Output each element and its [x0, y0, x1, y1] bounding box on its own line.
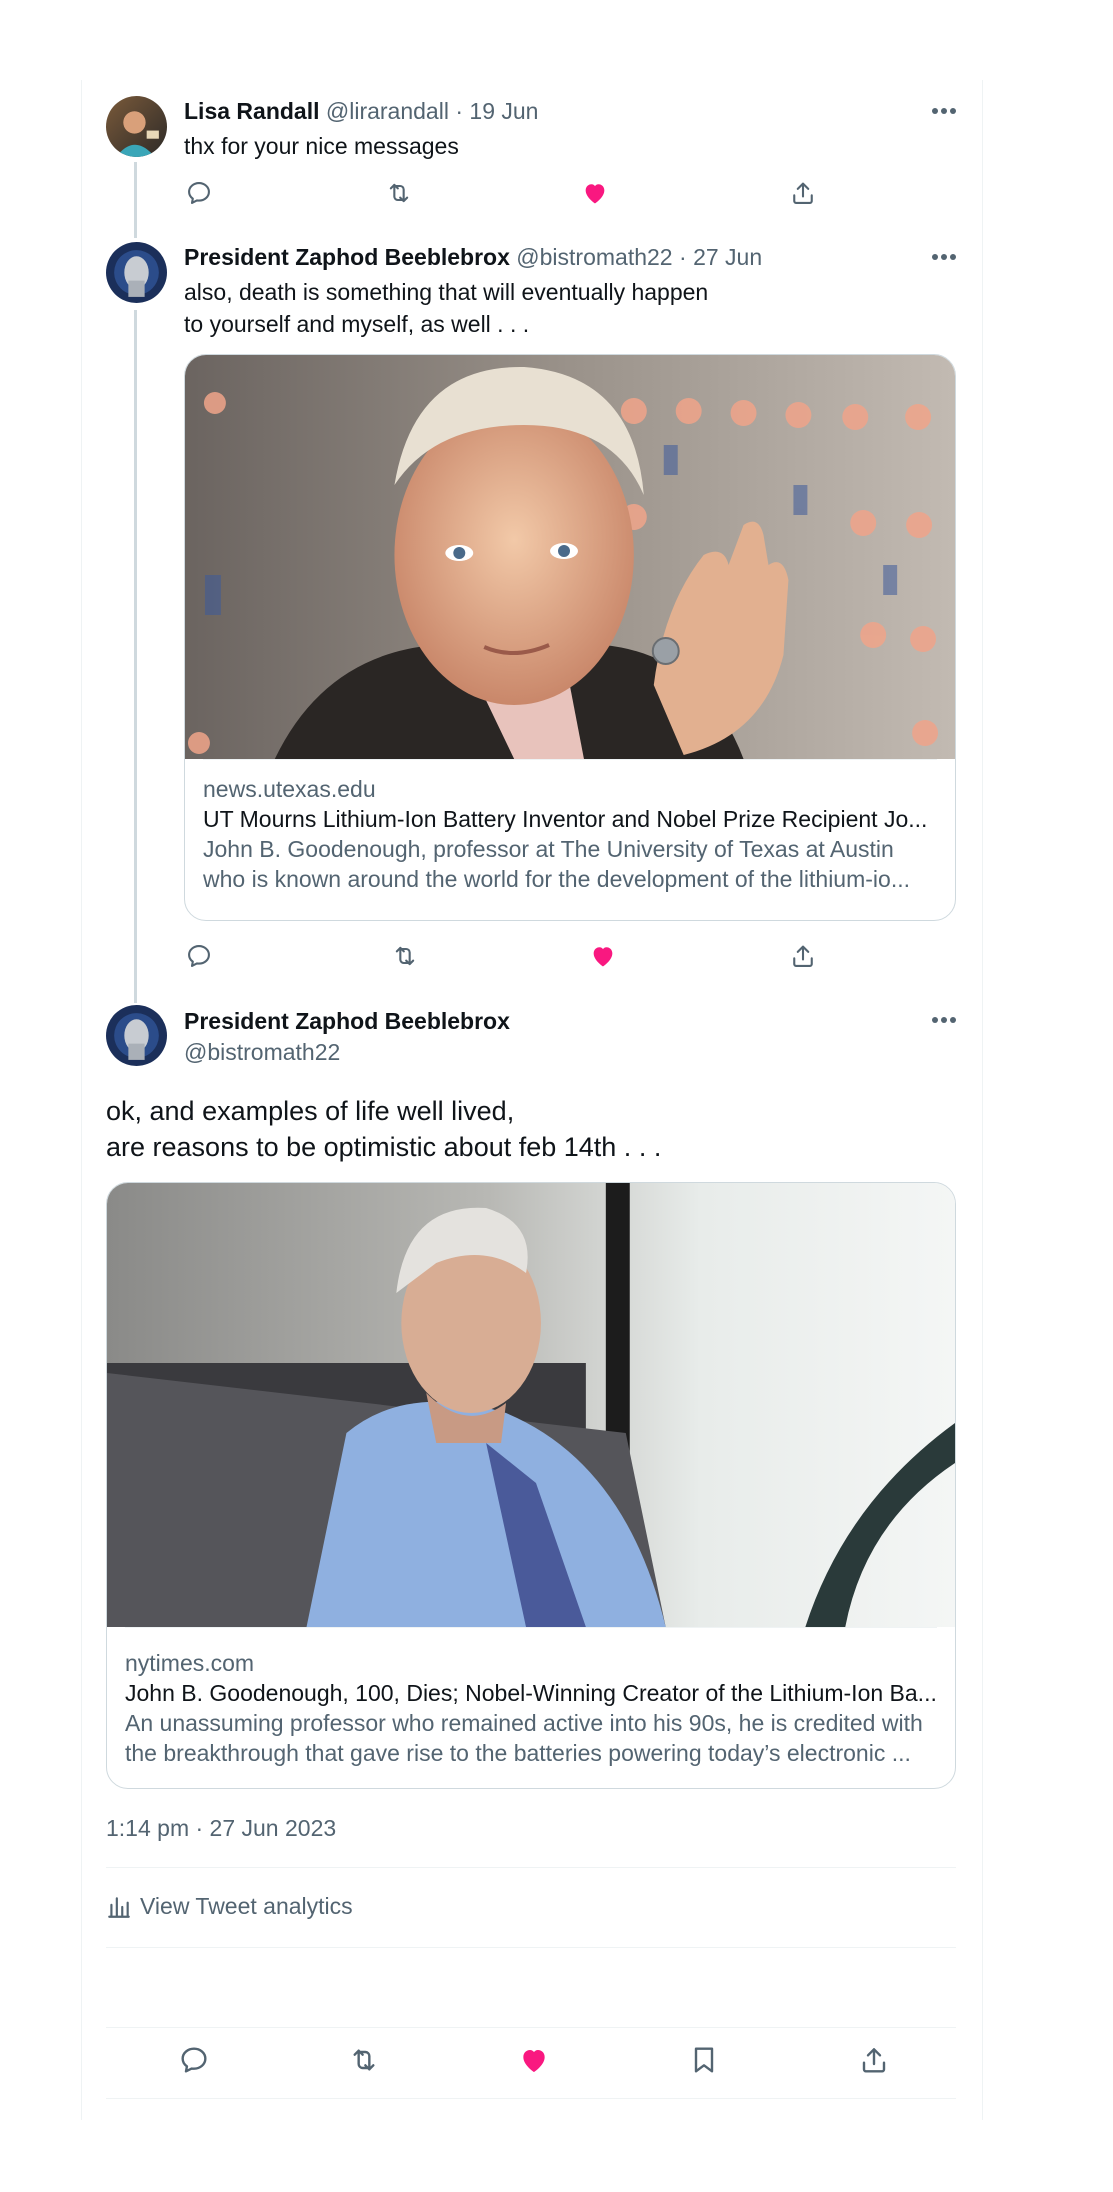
- link-card-domain: news.utexas.edu: [203, 776, 376, 802]
- retweet-icon: [389, 183, 409, 203]
- link-card-description: the breakthrough that gave rise to the b…: [125, 1740, 911, 1766]
- thread-line: [134, 162, 137, 238]
- link-card[interactable]: nytimes.com John B. Goodenough, 100, Die…: [106, 1182, 956, 1789]
- more-icon[interactable]: [926, 101, 962, 121]
- link-card-body: nytimes.com John B. Goodenough, 100, Die…: [125, 1627, 937, 1768]
- display-name[interactable]: President Zaphod Beeblebrox: [184, 244, 510, 270]
- more-icon[interactable]: [926, 1010, 962, 1030]
- link-card-domain: nytimes.com: [125, 1650, 255, 1676]
- avatar[interactable]: [106, 96, 167, 157]
- link-card[interactable]: news.utexas.edu UT Mourns Lithium-Ion Ba…: [184, 354, 956, 921]
- avatar[interactable]: [106, 1005, 167, 1066]
- separator: ·: [679, 244, 694, 270]
- reply-icon: [188, 182, 210, 204]
- share-button[interactable]: [854, 2040, 894, 2080]
- link-card-description: John B. Goodenough, professor at The Uni…: [203, 836, 894, 862]
- retweet-button[interactable]: [344, 2040, 384, 2080]
- tweet-timestamp[interactable]: 1:14 pm · 27 Jun 2023: [106, 1815, 336, 1842]
- like-icon: [585, 184, 605, 204]
- link-card-image: [107, 1183, 955, 1627]
- like-icon: [523, 2050, 545, 2072]
- reply-button[interactable]: [174, 2040, 214, 2080]
- main-tweet-actions: [106, 2040, 956, 2096]
- share-button[interactable]: [786, 176, 820, 210]
- tweet-text-line: to yourself and myself, as well . . .: [184, 311, 530, 337]
- link-card-image: [185, 355, 955, 759]
- divider: [106, 1947, 956, 1948]
- reply-icon: [188, 945, 210, 967]
- display-name[interactable]: Lisa Randall: [184, 98, 319, 124]
- thread-line: [134, 310, 137, 1003]
- like-button[interactable]: [578, 176, 612, 210]
- analytics-label: View Tweet analytics: [140, 1893, 353, 1919]
- tweet-header: President Zaphod Beeblebrox @bistromath2…: [184, 244, 762, 271]
- tweet-text: also, death is something that will event…: [184, 276, 708, 340]
- reply-button[interactable]: [182, 176, 216, 210]
- link-card-title: UT Mourns Lithium-Ion Battery Inventor a…: [203, 806, 928, 832]
- link-card-body: news.utexas.edu UT Mourns Lithium-Ion Ba…: [203, 759, 937, 894]
- tweet-text-line: thx for your nice messages: [184, 133, 459, 159]
- main-tweet-text: ok, and examples of life well lived, are…: [106, 1093, 661, 1165]
- retweet-icon: [353, 2049, 375, 2071]
- tweet-text: thx for your nice messages: [184, 130, 459, 162]
- retweet-button[interactable]: [382, 176, 416, 210]
- link-card-description: An unassuming professor who remained act…: [125, 1710, 923, 1736]
- link-card-title: John B. Goodenough, 100, Dies; Nobel-Win…: [125, 1680, 937, 1706]
- tweet-actions: [182, 939, 842, 973]
- reply-button[interactable]: [182, 939, 216, 973]
- retweet-button[interactable]: [388, 939, 422, 973]
- bookmark-button[interactable]: [684, 2040, 724, 2080]
- tweet-text-line: also, death is something that will event…: [184, 279, 709, 305]
- handle[interactable]: @lirarandall: [326, 98, 449, 124]
- share-icon: [862, 2048, 886, 2073]
- bookmark-icon: [694, 2047, 714, 2073]
- separator: ·: [455, 98, 470, 124]
- avatar[interactable]: [106, 242, 167, 303]
- like-icon: [593, 947, 613, 967]
- divider: [106, 2098, 956, 2099]
- tweet-actions: [182, 176, 842, 210]
- tweet-text-line: ok, and examples of life well lived,: [106, 1096, 515, 1126]
- share-icon: [793, 182, 813, 204]
- analytics-icon: [108, 1896, 130, 1918]
- reply-icon: [181, 2047, 207, 2073]
- tweet-date[interactable]: 19 Jun: [469, 98, 538, 124]
- retweet-icon: [395, 946, 415, 966]
- display-name[interactable]: President Zaphod Beeblebrox: [184, 1006, 510, 1037]
- share-button[interactable]: [786, 939, 820, 973]
- handle[interactable]: @bistromath22: [516, 244, 672, 270]
- like-button[interactable]: [514, 2040, 554, 2080]
- share-icon: [793, 945, 813, 967]
- main-tweet-header: President Zaphod Beeblebrox @bistromath2…: [184, 1006, 510, 1068]
- like-button[interactable]: [586, 939, 620, 973]
- more-icon[interactable]: [926, 247, 962, 267]
- tweet-header: Lisa Randall @lirarandall · 19 Jun: [184, 98, 538, 125]
- divider: [106, 2027, 956, 2028]
- view-analytics-link[interactable]: View Tweet analytics: [106, 1893, 353, 1920]
- handle[interactable]: @bistromath22: [184, 1037, 510, 1068]
- tweet-date[interactable]: 27 Jun: [693, 244, 762, 270]
- tweet-text-line: are reasons to be optimistic about feb 1…: [106, 1132, 662, 1162]
- divider: [106, 1867, 956, 1868]
- link-card-description: who is known around the world for the de…: [203, 866, 910, 892]
